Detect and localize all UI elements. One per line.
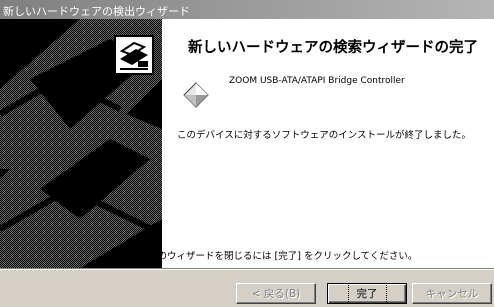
wizard-window: 新しいハードウェアの検出ウィザード 新しいハードウェアの検索ウィザードの完了 Z… [0, 0, 494, 307]
title-bar[interactable]: 新しいハードウェアの検出ウィザード [0, 0, 494, 19]
finish-button[interactable]: 完了 [327, 283, 407, 304]
finish-button-label: 完了 [347, 283, 387, 304]
device-diamond-icon [183, 82, 209, 108]
wizard-banner [0, 19, 162, 268]
wizard-content: 新しいハードウェアの検索ウィザードの完了 ZOOM USB-ATA/ATAPI … [162, 19, 494, 268]
back-button-label: < 戻る(B) [251, 288, 301, 300]
back-button[interactable]: < 戻る(B) [236, 283, 316, 304]
cancel-button-label: キャンセル [425, 288, 479, 300]
close-instruction: このウィザードを閉じるには [完了] をクリックしてください。 [148, 251, 418, 262]
window-title: 新しいハードウェアの検出ウィザード [3, 5, 190, 18]
hardware-wizard-banner-icon [114, 35, 154, 75]
cancel-button[interactable]: キャンセル [412, 283, 492, 304]
page-title: 新しいハードウェアの検索ウィザードの完了 [188, 40, 478, 56]
divider [0, 268, 494, 270]
banner-graphic [0, 19, 162, 268]
device-name: ZOOM USB-ATA/ATAPI Bridge Controller [229, 76, 405, 86]
install-complete-text: このデバイスに対するソフトウェアのインストールが終了しました。 [177, 130, 472, 141]
